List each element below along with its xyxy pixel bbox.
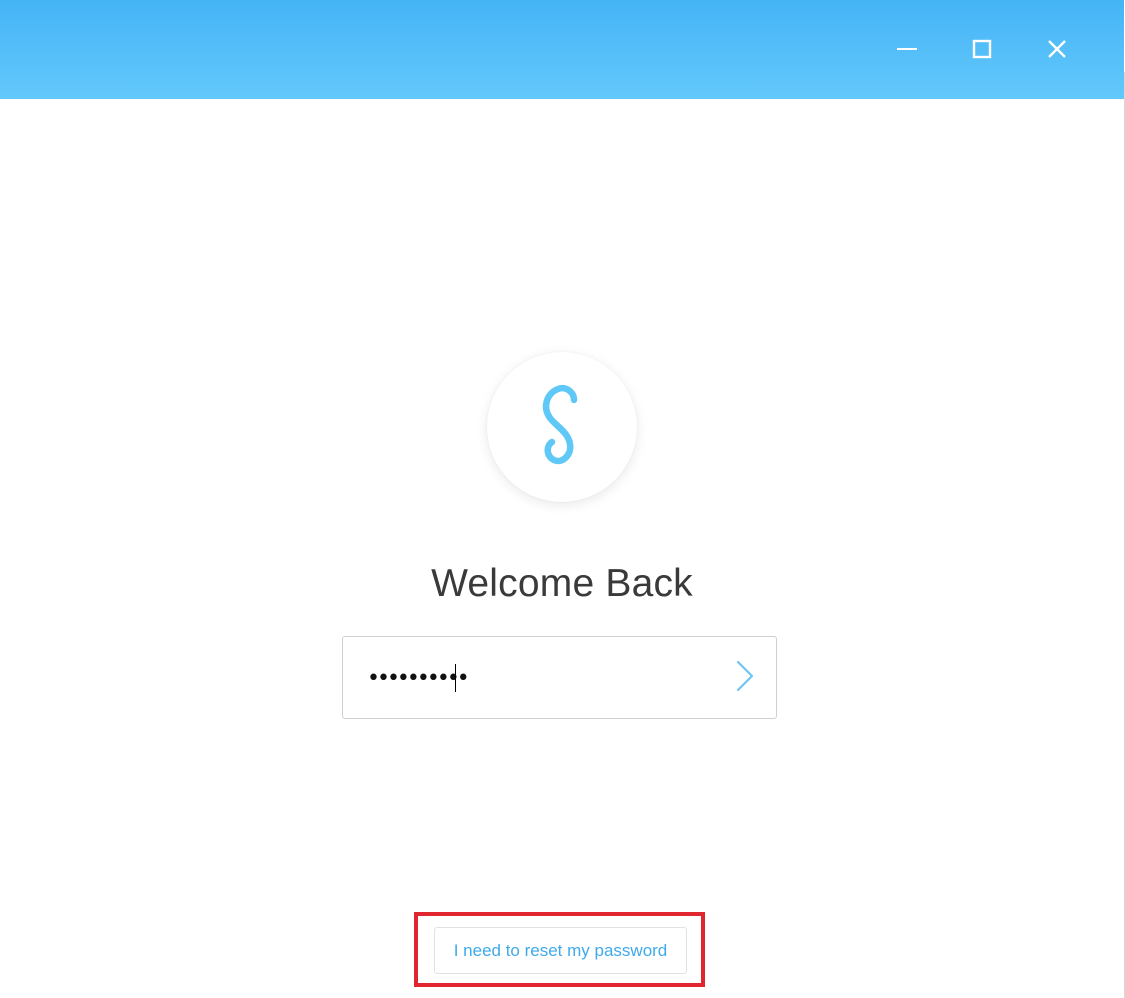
close-button[interactable] bbox=[1032, 24, 1082, 74]
text-caret bbox=[455, 664, 456, 692]
chevron-right-icon bbox=[735, 659, 755, 698]
submit-button[interactable] bbox=[723, 655, 767, 701]
maximize-button[interactable] bbox=[957, 24, 1007, 74]
app-logo bbox=[487, 352, 637, 502]
maximize-icon bbox=[971, 38, 993, 60]
reset-password-button[interactable]: I need to reset my password bbox=[434, 927, 687, 974]
minimize-button[interactable] bbox=[882, 24, 932, 74]
s-logo-icon bbox=[532, 380, 592, 475]
password-field-container bbox=[342, 636, 777, 719]
welcome-heading: Welcome Back bbox=[431, 562, 693, 605]
minimize-icon bbox=[896, 38, 918, 60]
title-bar bbox=[0, 0, 1124, 99]
password-input[interactable] bbox=[367, 659, 707, 697]
app-window: Welcome Back I need to reset my password bbox=[0, 0, 1125, 998]
close-icon bbox=[1046, 38, 1068, 60]
